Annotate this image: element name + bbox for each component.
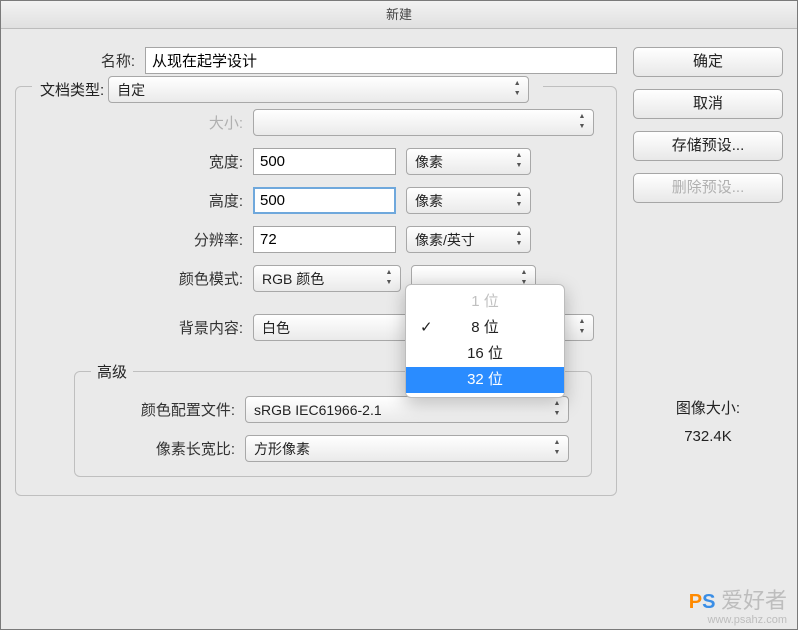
width-input[interactable] bbox=[253, 148, 396, 175]
new-document-dialog: 新建 名称: 文档类型: 自定 大小: bbox=[0, 0, 798, 630]
bit-depth-option-32[interactable]: 32 位 bbox=[406, 367, 564, 393]
main-panel: 名称: 文档类型: 自定 大小: bbox=[15, 47, 617, 496]
height-input[interactable] bbox=[253, 187, 396, 214]
advanced-legend: 高级 bbox=[91, 361, 133, 382]
bit-depth-option-16[interactable]: 16 位 bbox=[406, 341, 564, 367]
size-select[interactable] bbox=[253, 109, 594, 136]
width-unit-value: 像素 bbox=[415, 152, 443, 172]
height-unit-select[interactable]: 像素 bbox=[406, 187, 531, 214]
watermark-url: www.psahz.com bbox=[689, 615, 787, 625]
doc-type-label: 文档类型: bbox=[40, 79, 104, 100]
size-row: 大小: bbox=[18, 109, 600, 136]
doc-type-legend: 文档类型: 自定 bbox=[32, 76, 543, 103]
width-unit-select[interactable]: 像素 bbox=[406, 148, 531, 175]
width-label: 宽度: bbox=[18, 151, 243, 172]
color-mode-value: RGB 颜色 bbox=[262, 269, 324, 289]
height-unit-value: 像素 bbox=[415, 191, 443, 211]
chevron-updown-icon bbox=[514, 229, 524, 249]
resolution-unit-select[interactable]: 像素/英寸 bbox=[406, 226, 531, 253]
resolution-label: 分辨率: bbox=[18, 229, 243, 250]
chevron-updown-icon bbox=[514, 190, 524, 210]
chevron-updown-icon bbox=[552, 399, 562, 419]
color-mode-select[interactable]: RGB 颜色 bbox=[253, 265, 401, 292]
name-row: 名称: bbox=[15, 47, 617, 74]
save-preset-button[interactable]: 存储预设... bbox=[633, 131, 783, 161]
delete-preset-button[interactable]: 删除预设... bbox=[633, 173, 783, 203]
color-profile-value: sRGB IEC61966-2.1 bbox=[254, 402, 382, 418]
cancel-button[interactable]: 取消 bbox=[633, 89, 783, 119]
color-profile-select[interactable]: sRGB IEC61966-2.1 bbox=[245, 396, 569, 423]
height-label: 高度: bbox=[18, 190, 243, 211]
chevron-updown-icon bbox=[514, 151, 524, 171]
chevron-updown-icon bbox=[512, 79, 522, 99]
dialog-title: 新建 bbox=[1, 1, 797, 29]
name-label: 名称: bbox=[15, 50, 135, 71]
bit-depth-option-1[interactable]: 1 位 bbox=[406, 289, 564, 315]
doc-type-select[interactable]: 自定 bbox=[108, 76, 529, 103]
size-label: 大小: bbox=[18, 112, 243, 133]
dialog-content: 名称: 文档类型: 自定 大小: bbox=[1, 29, 797, 508]
ok-button[interactable]: 确定 bbox=[633, 47, 783, 77]
bit-depth-dropdown: 1 位 ✓ 8 位 16 位 32 位 bbox=[405, 284, 565, 398]
color-profile-label: 颜色配置文件: bbox=[75, 399, 235, 420]
pixel-aspect-label: 像素长宽比: bbox=[75, 438, 235, 459]
background-label: 背景内容: bbox=[18, 317, 243, 338]
chevron-updown-icon bbox=[552, 438, 562, 458]
pixel-aspect-row: 像素长宽比: 方形像素 bbox=[75, 435, 575, 462]
name-input[interactable] bbox=[145, 47, 617, 74]
color-profile-row: 颜色配置文件: sRGB IEC61966-2.1 bbox=[75, 396, 575, 423]
watermark-text: 爱好者 bbox=[721, 588, 787, 613]
width-row: 宽度: 像素 bbox=[18, 148, 600, 175]
pixel-aspect-value: 方形像素 bbox=[254, 439, 310, 459]
chevron-updown-icon bbox=[384, 268, 394, 288]
image-size-value: 732.4K bbox=[633, 423, 783, 451]
chevron-updown-icon bbox=[577, 317, 587, 337]
check-icon: ✓ bbox=[420, 315, 433, 341]
image-size-label: 图像大小: bbox=[633, 395, 783, 423]
pixel-aspect-select[interactable]: 方形像素 bbox=[245, 435, 569, 462]
chevron-updown-icon bbox=[577, 112, 587, 132]
resolution-row: 分辨率: 像素/英寸 bbox=[18, 226, 600, 253]
watermark-p: P bbox=[689, 591, 702, 613]
watermark-s: S bbox=[702, 591, 715, 613]
doc-type-value: 自定 bbox=[117, 80, 145, 100]
background-value: 白色 bbox=[262, 318, 290, 338]
bit-depth-option-8[interactable]: ✓ 8 位 bbox=[406, 315, 564, 341]
resolution-input[interactable] bbox=[253, 226, 396, 253]
color-mode-label: 颜色模式: bbox=[18, 268, 243, 289]
image-size-display: 图像大小: 732.4K bbox=[633, 395, 783, 451]
watermark: PS 爱好者 www.psahz.com bbox=[689, 583, 787, 625]
resolution-unit-value: 像素/英寸 bbox=[415, 230, 475, 250]
side-panel: 确定 取消 存储预设... 删除预设... 图像大小: 732.4K bbox=[633, 47, 783, 496]
height-row: 高度: 像素 bbox=[18, 187, 600, 214]
